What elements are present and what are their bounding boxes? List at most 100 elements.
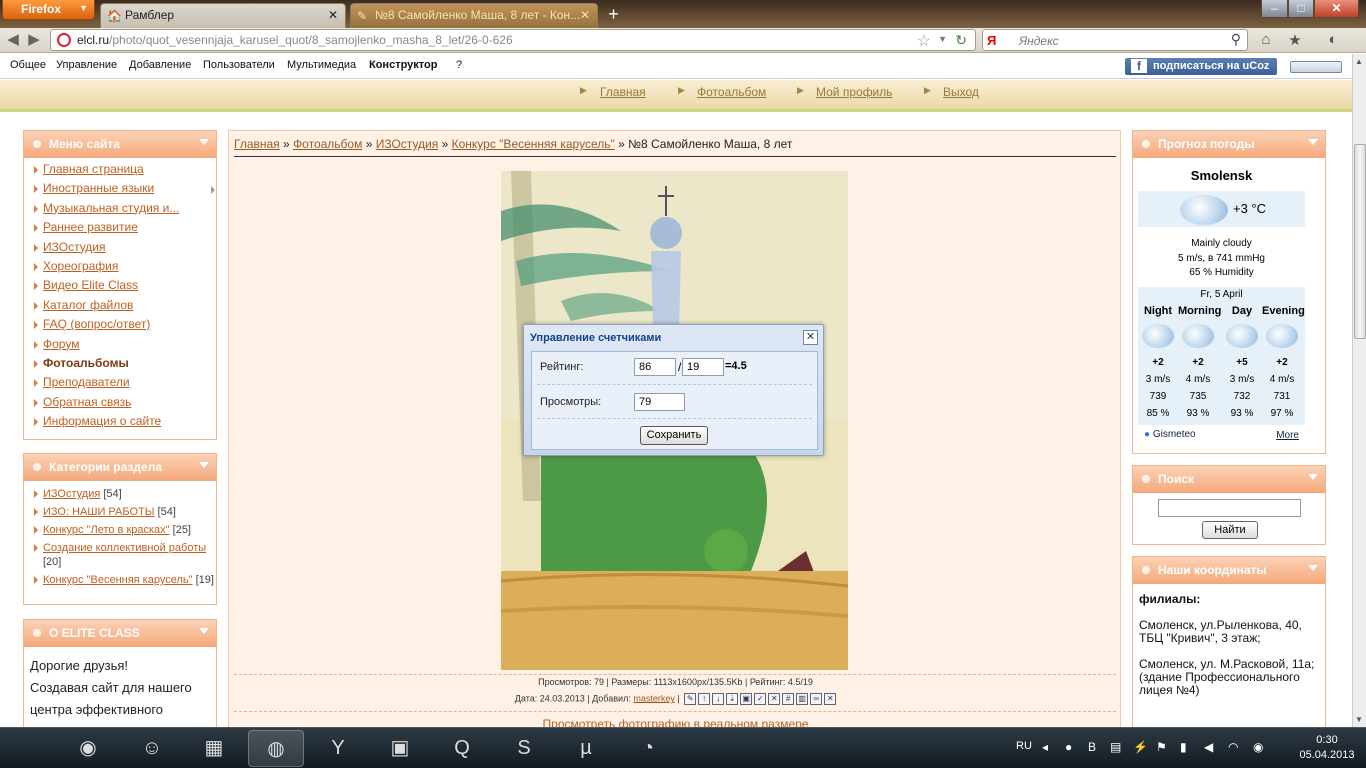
menu-item-faq[interactable]: FAQ (вопрос/ответ): [34, 317, 216, 336]
antivirus-icon[interactable]: ◉: [1253, 740, 1263, 754]
scroll-down-icon[interactable]: ▼: [1355, 715, 1363, 724]
author-link[interactable]: masterkey: [633, 693, 675, 703]
url-bar[interactable]: elcl.ru/photo/quot_vesennjaja_karusel_qu…: [50, 29, 976, 51]
ucoz-menu-general[interactable]: Общее: [10, 59, 46, 71]
menu-item-video[interactable]: Видео Elite Class: [34, 278, 216, 297]
maximize-button[interactable]: □: [1288, 0, 1314, 18]
tab-rambler[interactable]: 🏠 Рамблер ✕: [100, 3, 346, 28]
firefox-app-icon[interactable]: ◍: [248, 730, 304, 767]
site-nav-home[interactable]: Главная: [600, 85, 646, 99]
vk-icon[interactable]: B: [1088, 740, 1096, 754]
breadcrumb-photoalbum[interactable]: Фотоальбом: [293, 137, 362, 151]
category-item[interactable]: Конкурс "Лето в красках" [25]: [34, 523, 216, 537]
subscribe-ucoz-button[interactable]: f подписаться на uCoz: [1125, 58, 1277, 75]
menu-item-home[interactable]: Главная страница: [34, 162, 216, 181]
language-indicator[interactable]: RU: [1016, 740, 1032, 752]
new-tab-button[interactable]: +: [601, 4, 626, 26]
search-box[interactable]: Я Яндекс ⚲: [982, 29, 1248, 51]
tab-photo-page[interactable]: ✎ №8 Самойленко Маша, 8 лет - Кон... ✕: [350, 3, 598, 28]
ucoz-menu-manage[interactable]: Управление: [56, 59, 117, 71]
views-input[interactable]: [634, 393, 685, 411]
ucoz-menu-users[interactable]: Пользователи: [203, 59, 275, 71]
utorrent-app-icon[interactable]: µ: [558, 730, 614, 767]
category-item[interactable]: Конкурс "Весенняя карусель" [19]: [34, 573, 216, 587]
stats-icon[interactable]: ▥: [796, 693, 809, 705]
finder-app-icon[interactable]: ☺: [124, 730, 180, 767]
save-button[interactable]: Сохранить: [640, 426, 708, 445]
home-icon[interactable]: ⌂: [1255, 31, 1277, 51]
menu-item-izostudio[interactable]: ИЗОстудия: [34, 240, 216, 259]
volume-icon[interactable]: ◀: [1204, 740, 1213, 754]
menu-item-feedback[interactable]: Обратная связь: [34, 395, 216, 414]
menu-item-forum[interactable]: Форум: [34, 337, 216, 356]
collapse-icon[interactable]: [1308, 474, 1318, 480]
site-search-input[interactable]: [1158, 499, 1301, 517]
admin-bar-toggle[interactable]: [1290, 61, 1342, 73]
scrollbar-thumb[interactable]: [1354, 144, 1366, 339]
ucoz-menu-help[interactable]: ?: [456, 59, 462, 71]
flag-icon[interactable]: ⚑: [1156, 740, 1167, 754]
breadcrumb-izostudio[interactable]: ИЗОстудия: [376, 137, 439, 151]
move-down-icon[interactable]: ↓: [712, 693, 725, 705]
dialog-close-button[interactable]: ✕: [803, 330, 818, 345]
tray-app-icon[interactable]: ●: [1065, 740, 1072, 754]
video-app-icon[interactable]: ▣: [372, 730, 428, 767]
yandex-app-icon[interactable]: Y: [310, 730, 366, 767]
quicktime-app-icon[interactable]: Q: [434, 730, 490, 767]
close-tab-icon[interactable]: ✕: [328, 8, 338, 22]
site-search-button[interactable]: Найти: [1202, 521, 1258, 539]
download-icon[interactable]: ⇣: [726, 693, 739, 705]
rating-sum-input[interactable]: [634, 358, 676, 376]
breadcrumb-home[interactable]: Главная: [234, 137, 280, 151]
menu-item-music[interactable]: Музыкальная студия и...: [34, 201, 216, 220]
menu-item-choreography[interactable]: Хореография: [34, 259, 216, 278]
site-nav-photoalbum[interactable]: Фотоальбом: [697, 85, 766, 99]
weather-more-link[interactable]: More: [1276, 430, 1299, 441]
wifi-icon[interactable]: ◠: [1228, 740, 1238, 754]
collapse-icon[interactable]: [199, 462, 209, 468]
collapse-icon[interactable]: [199, 628, 209, 634]
collapse-icon[interactable]: [1308, 139, 1318, 145]
apple-start-icon[interactable]: [8, 730, 52, 767]
breadcrumb-contest[interactable]: Конкурс "Весенняя карусель": [452, 137, 615, 151]
page-scrollbar[interactable]: ▲ ▼: [1352, 54, 1366, 727]
copy-icon[interactable]: ▣: [740, 693, 753, 705]
clock[interactable]: 0:30 05.04.2013: [1297, 733, 1357, 763]
link-icon[interactable]: ∞: [810, 693, 823, 705]
battery-icon[interactable]: ▮: [1180, 740, 1187, 754]
safely-remove-icon[interactable]: ⚡: [1133, 740, 1148, 754]
close-tab-icon[interactable]: ✕: [580, 8, 590, 22]
ucoz-menu-multimedia[interactable]: Мультимедиа: [287, 59, 356, 71]
network-icon[interactable]: ▤: [1110, 740, 1121, 754]
firefox-menu-button[interactable]: Firefox ▼: [2, 0, 95, 20]
delete-icon[interactable]: ✕: [824, 693, 837, 705]
site-nav-logout[interactable]: Выход: [943, 85, 979, 99]
view-real-size-link[interactable]: Просмотреть фотографию в реальном размер…: [229, 717, 1122, 727]
reject-icon[interactable]: ✕: [768, 693, 781, 705]
category-item[interactable]: Создание коллективной работы [20]: [34, 541, 216, 569]
menu-item-info[interactable]: Информация о сайте: [34, 414, 216, 433]
collapse-icon[interactable]: [199, 139, 209, 145]
move-up-icon[interactable]: ↑: [698, 693, 711, 705]
bookmark-star-icon[interactable]: ☆: [917, 31, 931, 51]
rating-votes-input[interactable]: [682, 358, 724, 376]
menu-item-early-dev[interactable]: Раннее развитие: [34, 220, 216, 239]
camera-app-icon[interactable]: ◉: [60, 730, 116, 767]
addon-icon[interactable]: ◐: [1322, 31, 1344, 51]
category-item[interactable]: ИЗО: НАШИ РАБОТЫ [54]: [34, 505, 216, 519]
edit-icon[interactable]: ✎: [684, 693, 697, 705]
counters-icon[interactable]: #: [782, 693, 795, 705]
menu-item-languages[interactable]: Иностранные языки: [34, 181, 216, 200]
close-window-button[interactable]: ✕: [1314, 0, 1359, 18]
ucoz-menu-add[interactable]: Добавление: [129, 59, 191, 71]
calculator-app-icon[interactable]: ▦: [186, 730, 242, 767]
bookmarks-icon[interactable]: ★: [1284, 31, 1306, 51]
back-button[interactable]: ◀: [3, 31, 23, 51]
approve-icon[interactable]: ✓: [754, 693, 767, 705]
magnifier-icon[interactable]: ⚲: [1231, 31, 1241, 48]
forward-button[interactable]: ▶: [24, 31, 44, 51]
ucoz-menu-constructor[interactable]: Конструктор: [369, 59, 437, 71]
menu-item-photoalbums[interactable]: Фотоальбомы: [34, 356, 216, 375]
reload-icon[interactable]: ↻: [955, 32, 967, 49]
url-history-dropdown-icon[interactable]: ▼: [938, 34, 947, 44]
